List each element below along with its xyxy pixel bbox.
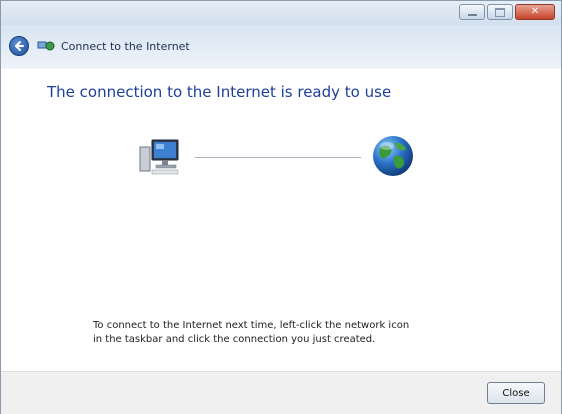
maximize-button[interactable] [487, 4, 513, 20]
globe-icon [373, 136, 413, 176]
wizard-footer: Close [1, 371, 561, 414]
back-button[interactable] [9, 36, 29, 56]
computer-icon [139, 139, 179, 175]
network-connection-icon [37, 41, 55, 51]
connection-line [195, 157, 361, 158]
minimize-icon [467, 14, 477, 16]
page-heading: The connection to the Internet is ready … [47, 83, 392, 101]
instructions-text: To connect to the Internet next time, le… [93, 320, 410, 345]
close-window-button[interactable]: ✕ [515, 4, 555, 20]
minimize-button[interactable] [459, 4, 485, 20]
title-bar[interactable]: ✕ [1, 1, 561, 25]
wizard-nav-bar: Connect to the Internet [1, 25, 561, 69]
wizard-title: Connect to the Internet [61, 40, 190, 53]
maximize-icon [495, 7, 505, 17]
caption-buttons: ✕ [459, 4, 555, 20]
close-button[interactable]: Close [487, 382, 545, 404]
wizard-window: ✕ Connect to the Internet The connection… [0, 0, 562, 414]
back-arrow-icon [15, 41, 24, 51]
close-icon: ✕ [530, 6, 540, 17]
